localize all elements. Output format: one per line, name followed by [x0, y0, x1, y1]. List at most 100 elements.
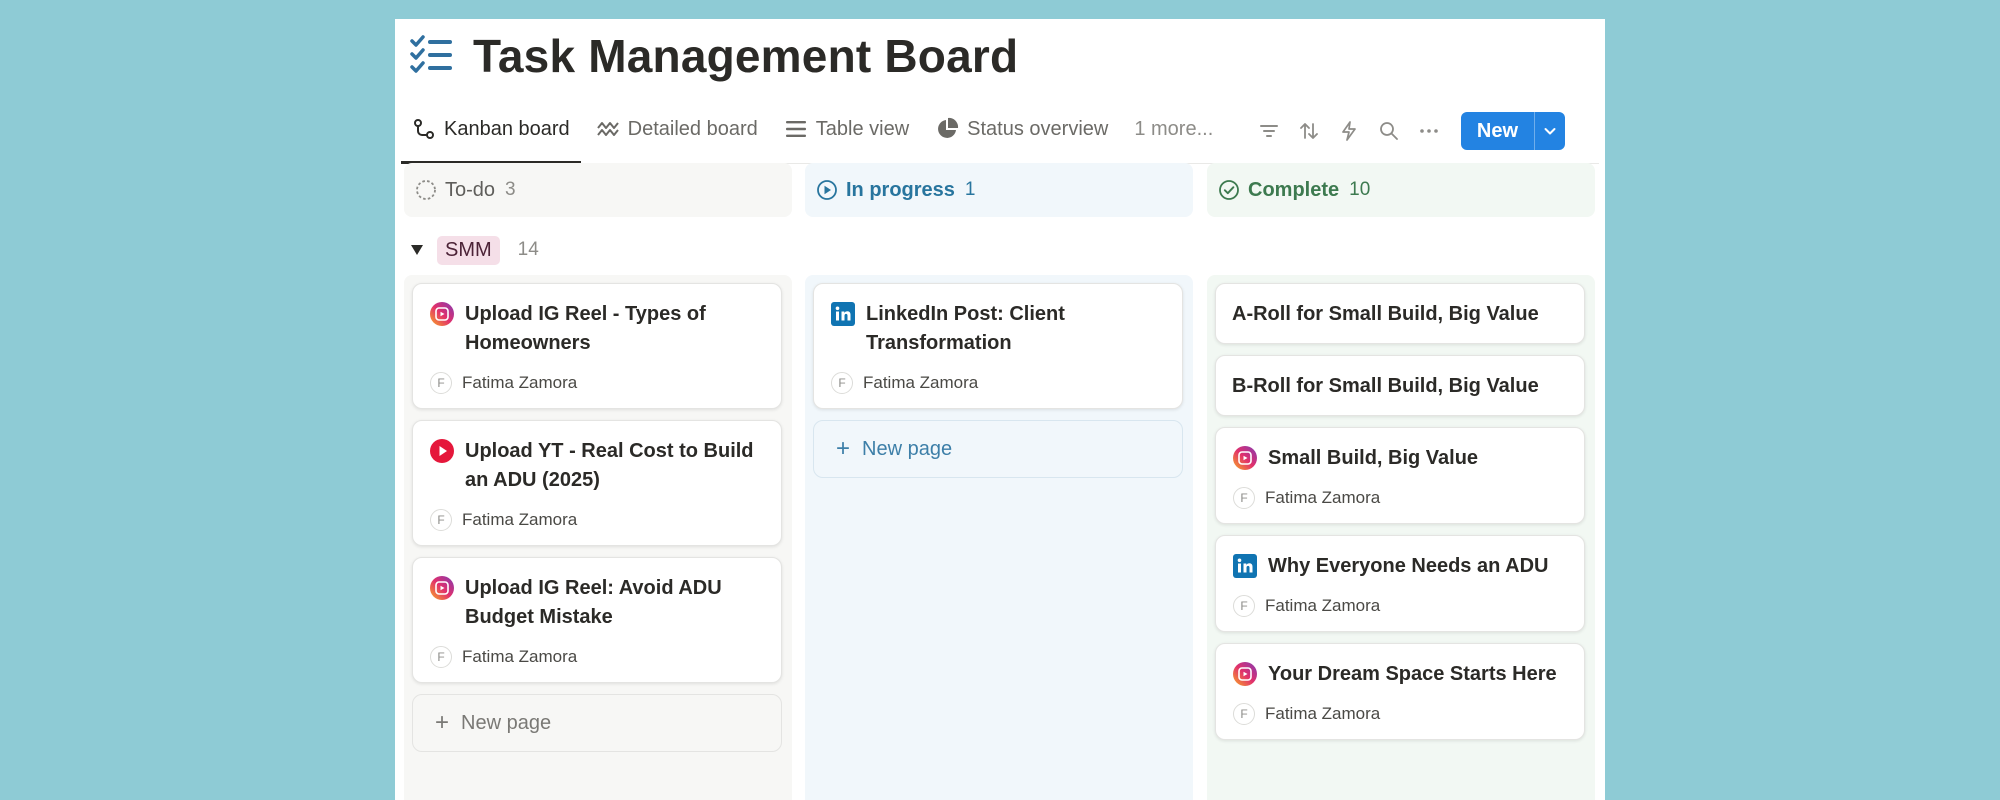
assignee: F Fatima Zamora [430, 646, 765, 668]
wave-icon [596, 122, 619, 136]
more-views-tab[interactable]: 1 more... [1123, 95, 1224, 163]
tab-label: Table view [815, 117, 910, 140]
card-title: Why Everyone Needs an ADU [1268, 555, 1549, 577]
card-title: LinkedIn Post: Client Transformation [866, 303, 1065, 354]
card-title: A-Roll for Small Build, Big Value [1232, 303, 1539, 325]
group-count: 14 [517, 239, 539, 260]
assignee-name: Fatima Zamora [462, 647, 578, 666]
instagram-icon [1233, 662, 1257, 686]
search-button[interactable] [1369, 111, 1409, 151]
lightning-icon [1342, 121, 1356, 141]
task-card[interactable]: Your Dream Space Starts Here F Fatima Za… [1215, 643, 1585, 740]
new-dropdown-button[interactable] [1534, 112, 1565, 150]
ellipsis-icon [1420, 129, 1438, 133]
avatar: F [1233, 487, 1255, 509]
tab-kanban-board[interactable]: Kanban board [401, 95, 581, 164]
avatar: F [430, 509, 452, 531]
new-page-label: New page [862, 437, 953, 460]
assignee: F Fatima Zamora [430, 509, 765, 531]
youtube-icon [430, 439, 454, 463]
new-page-button[interactable]: + New page [813, 420, 1183, 478]
task-card[interactable]: B-Roll for Small Build, Big Value [1215, 355, 1585, 416]
page-title: Task Management Board [473, 30, 1019, 82]
card-title: Your Dream Space Starts Here [1268, 663, 1557, 685]
tab-detailed-board[interactable]: Detailed board [585, 95, 769, 163]
column-count: 10 [1349, 179, 1371, 200]
assignee: F Fatima Zamora [1233, 595, 1568, 617]
task-card[interactable]: LinkedIn Post: Client Transformation F F… [813, 283, 1183, 409]
assignee-name: Fatima Zamora [1265, 704, 1381, 723]
sort-icon [1299, 123, 1318, 139]
sort-button[interactable] [1289, 111, 1329, 151]
list-icon [785, 121, 806, 137]
assignee-name: Fatima Zamora [1265, 596, 1381, 615]
new-button-group: New [1460, 112, 1565, 150]
board-toolbar: New [1249, 111, 1565, 151]
search-icon [1379, 122, 1398, 140]
column-complete: A-Roll for Small Build, Big Value B-Roll… [1207, 275, 1595, 800]
new-button[interactable]: New [1461, 112, 1534, 150]
column-header-todo[interactable]: To-do 3 [404, 163, 792, 217]
tab-table-view[interactable]: Table view [773, 95, 920, 163]
filter-icon [1259, 125, 1278, 137]
tab-label: Detailed board [627, 117, 758, 140]
tab-status-overview[interactable]: Status overview [924, 95, 1119, 163]
view-tabs-bar: Kanban board Detailed board Table view S… [401, 95, 1599, 164]
assignee-name: Fatima Zamora [462, 510, 578, 529]
assignee: F Fatima Zamora [831, 372, 1166, 394]
assignee: F Fatima Zamora [430, 372, 765, 394]
column-header-complete[interactable]: Complete 10 [1207, 163, 1595, 217]
group-tag[interactable]: SMM [437, 235, 500, 265]
tab-label: Kanban board [444, 117, 570, 140]
column-todo: Upload IG Reel - Types of Homeowners F F… [404, 275, 792, 800]
chevron-down-icon [1544, 128, 1556, 135]
task-card[interactable]: Why Everyone Needs an ADU F Fatima Zamor… [1215, 535, 1585, 632]
column-name: To-do [445, 178, 496, 201]
tab-label: Status overview [967, 117, 1109, 140]
task-card[interactable]: A-Roll for Small Build, Big Value [1215, 283, 1585, 344]
more-options-button[interactable] [1409, 111, 1449, 151]
task-card[interactable]: Upload IG Reel - Types of Homeowners F F… [412, 283, 782, 409]
card-title: Small Build, Big Value [1268, 447, 1479, 469]
assignee: F Fatima Zamora [1233, 487, 1568, 509]
plus-icon: + [836, 435, 851, 462]
instagram-icon [430, 302, 454, 326]
avatar: F [831, 372, 853, 394]
play-circle-icon [817, 180, 837, 200]
instagram-icon [430, 576, 454, 600]
card-title: Upload YT - Real Cost to Build an ADU (2… [465, 440, 754, 491]
kanban-icon [414, 119, 434, 139]
column-name: In progress [846, 178, 955, 201]
card-title: B-Roll for Small Build, Big Value [1232, 375, 1539, 397]
task-card[interactable]: Small Build, Big Value F Fatima Zamora [1215, 427, 1585, 524]
assignee-name: Fatima Zamora [462, 373, 578, 392]
card-title: Upload IG Reel: Avoid ADU Budget Mistake [465, 577, 722, 628]
linkedin-icon [831, 302, 855, 326]
check-circle-icon [1219, 180, 1239, 200]
linkedin-icon [1233, 554, 1257, 578]
pie-chart-icon [938, 117, 959, 138]
dashed-circle-icon [416, 180, 436, 200]
assignee: F Fatima Zamora [1233, 703, 1568, 725]
avatar: F [430, 646, 452, 668]
filter-button[interactable] [1249, 111, 1289, 151]
column-header-in-progress[interactable]: In progress 1 [805, 163, 1193, 217]
checklist-icon [410, 35, 452, 73]
column-count: 1 [964, 179, 976, 200]
instagram-icon [1233, 446, 1257, 470]
task-card[interactable]: Upload IG Reel: Avoid ADU Budget Mistake… [412, 557, 782, 683]
caret-down-icon[interactable] [409, 242, 425, 258]
plus-icon: + [435, 709, 450, 736]
assignee-name: Fatima Zamora [863, 373, 979, 392]
avatar: F [1233, 595, 1255, 617]
new-page-label: New page [461, 711, 552, 734]
column-count: 3 [505, 179, 516, 200]
card-title: Upload IG Reel - Types of Homeowners [465, 303, 706, 354]
board-page: Task Management Board Kanban board Detai… [395, 19, 1605, 800]
assignee-name: Fatima Zamora [1265, 488, 1381, 507]
automation-button[interactable] [1329, 111, 1369, 151]
column-in-progress: LinkedIn Post: Client Transformation F F… [805, 275, 1193, 800]
task-card[interactable]: Upload YT - Real Cost to Build an ADU (2… [412, 420, 782, 546]
group-header-smm: SMM 14 [409, 233, 539, 267]
new-page-button[interactable]: + New page [412, 694, 782, 752]
